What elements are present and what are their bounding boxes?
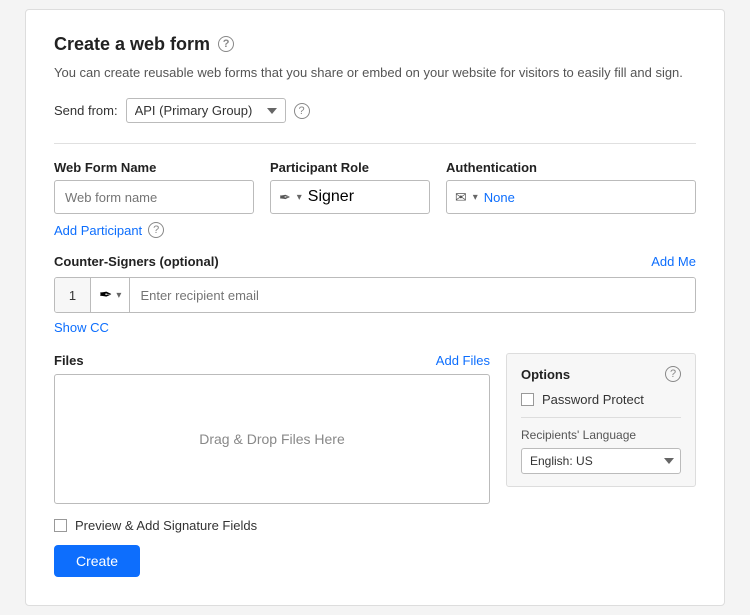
bottom-row: Preview & Add Signature Fields xyxy=(54,518,696,533)
send-from-select[interactable]: API (Primary Group)Personal Account xyxy=(126,98,286,123)
title-help-icon[interactable]: ? xyxy=(218,36,234,52)
web-form-name-input[interactable] xyxy=(54,180,254,214)
send-from-help-icon[interactable]: ? xyxy=(294,103,310,119)
show-cc-link[interactable]: Show CC xyxy=(54,320,109,335)
preview-label: Preview & Add Signature Fields xyxy=(75,518,257,533)
role-chevron-icon: ▾ xyxy=(297,192,302,203)
counter-role-icon: ✒ xyxy=(99,285,112,305)
web-form-name-label: Web Form Name xyxy=(54,160,254,175)
options-header: Options ? xyxy=(521,366,681,382)
participant-role-selector[interactable]: ✒ ▾ Signer xyxy=(270,180,430,214)
page-title-row: Create a web form ? xyxy=(54,34,696,55)
create-button[interactable]: Create xyxy=(54,545,140,577)
signer-icon: ✒ xyxy=(279,189,291,206)
counter-signers-header: Counter-Signers (optional) Add Me xyxy=(54,254,696,269)
options-divider xyxy=(521,417,681,418)
preview-checkbox[interactable] xyxy=(54,519,67,532)
email-icon: ✉ xyxy=(455,189,467,206)
role-value: Signer xyxy=(308,188,354,206)
options-panel: Options ? Password Protect Recipients' L… xyxy=(506,353,696,487)
files-section: Files Add Files Drag & Drop Files Here O… xyxy=(54,353,696,504)
files-left: Files Add Files Drag & Drop Files Here xyxy=(54,353,490,504)
drop-zone[interactable]: Drag & Drop Files Here xyxy=(54,374,490,504)
page-title: Create a web form xyxy=(54,34,210,55)
files-header: Files Add Files xyxy=(54,353,490,368)
counter-signer-row: 1 ✒ ▾ xyxy=(54,277,696,313)
add-participant-link[interactable]: Add Participant xyxy=(54,223,142,238)
counter-role-selector[interactable]: ✒ ▾ xyxy=(91,278,130,312)
language-select[interactable]: English: USFrenchGermanSpanishJapanese xyxy=(521,448,681,474)
participant-role-label: Participant Role xyxy=(270,160,430,175)
authentication-group: Authentication ✉ ▾ None xyxy=(446,160,696,214)
add-participant-help-icon[interactable]: ? xyxy=(148,222,164,238)
create-web-form-card: Create a web form ? You can create reusa… xyxy=(25,9,725,607)
subtitle: You can create reusable web forms that y… xyxy=(54,63,696,83)
recipients-language-label: Recipients' Language xyxy=(521,428,681,442)
send-from-row: Send from: API (Primary Group)Personal A… xyxy=(54,98,696,123)
send-from-label: Send from: xyxy=(54,103,118,118)
participant-role-group: Participant Role ✒ ▾ Signer xyxy=(270,160,430,214)
add-me-link[interactable]: Add Me xyxy=(651,254,696,269)
counter-role-chevron: ▾ xyxy=(116,290,121,301)
options-title: Options xyxy=(521,367,570,382)
show-cc-row: Show CC xyxy=(54,319,696,337)
password-protect-checkbox[interactable] xyxy=(521,393,534,406)
add-participant-row: Add Participant ? xyxy=(54,222,696,238)
add-files-link[interactable]: Add Files xyxy=(436,353,490,368)
auth-chevron-icon: ▾ xyxy=(473,192,478,203)
counter-number: 1 xyxy=(55,278,91,312)
fields-row: Web Form Name Participant Role ✒ ▾ Signe… xyxy=(54,160,696,214)
counter-email-input[interactable] xyxy=(130,278,695,312)
authentication-selector[interactable]: ✉ ▾ None xyxy=(446,180,696,214)
divider-1 xyxy=(54,143,696,144)
counter-signers-label: Counter-Signers (optional) xyxy=(54,254,219,269)
files-label: Files xyxy=(54,353,84,368)
preview-row: Preview & Add Signature Fields xyxy=(54,518,257,533)
password-protect-label: Password Protect xyxy=(542,392,644,407)
auth-value: None xyxy=(484,190,515,205)
drop-zone-text: Drag & Drop Files Here xyxy=(199,431,345,447)
authentication-label: Authentication xyxy=(446,160,696,175)
password-protect-row: Password Protect xyxy=(521,392,681,407)
web-form-name-group: Web Form Name xyxy=(54,160,254,214)
options-help-icon[interactable]: ? xyxy=(665,366,681,382)
